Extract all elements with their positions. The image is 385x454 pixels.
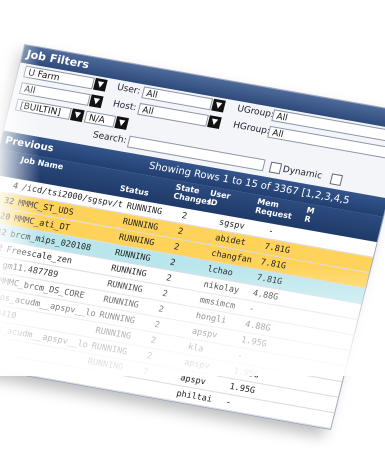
host-dropdown-icon[interactable]: ▼ — [207, 115, 222, 130]
dynamic-checkbox[interactable] — [268, 161, 283, 175]
col-extra[interactable]: M R — [303, 206, 317, 225]
farm-dropdown-icon[interactable]: ▼ — [92, 77, 108, 92]
user-label: User: — [115, 82, 142, 97]
host-label: Host: — [111, 99, 138, 114]
row2-dropdown-icon[interactable]: ▼ — [88, 94, 104, 109]
dynamic-label: Dynamic — [281, 164, 324, 182]
search-label: Search: — [91, 130, 128, 146]
col-status[interactable]: Status — [119, 184, 150, 198]
extra-checkbox[interactable] — [329, 173, 344, 186]
col-user-id[interactable]: User ID — [207, 189, 241, 212]
user-dropdown-icon[interactable]: ▼ — [211, 98, 226, 113]
na-select[interactable]: N/A — [83, 110, 117, 128]
hgroup-label: HGroup: — [231, 120, 271, 137]
col-state-changes[interactable]: State Changes — [172, 183, 212, 207]
col-mem-request[interactable]: Mem Request — [254, 197, 302, 222]
ugroup-label: UGroup: — [236, 104, 275, 121]
job-panel: Job Filters U Farm ▼ User: All ▼ UGroup:… — [0, 43, 385, 431]
builtin-dropdown-icon[interactable]: ▼ — [69, 108, 85, 123]
na-dropdown-icon[interactable]: ▼ — [114, 116, 130, 130]
job-monitor-window: Job Filters U Farm ▼ User: All ▼ UGroup:… — [0, 0, 385, 454]
